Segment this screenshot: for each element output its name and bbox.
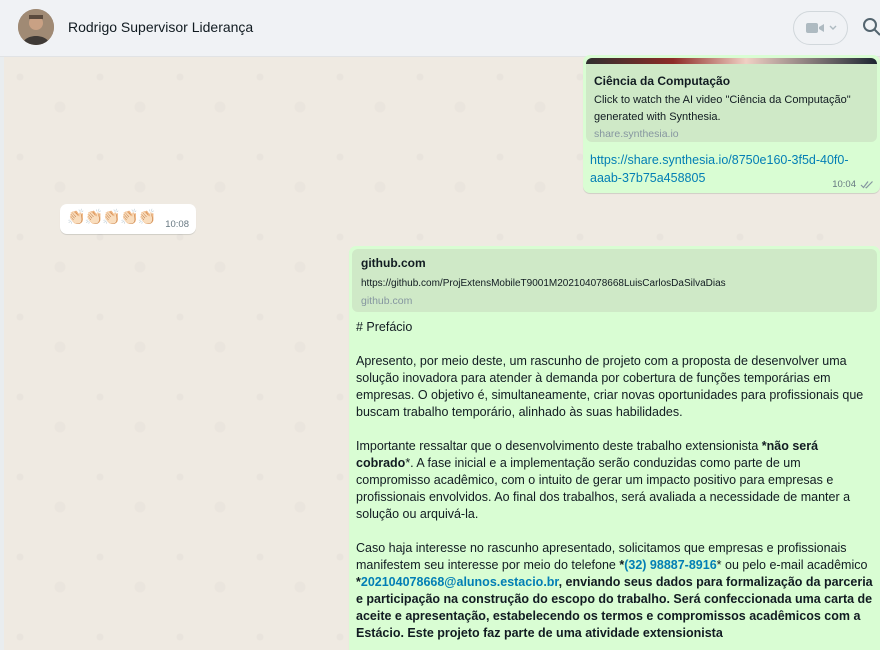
- preview-domain: github.com: [361, 295, 413, 307]
- double-check-icon: [860, 181, 873, 189]
- paragraph-1: Apresento, por meio deste, um rascunho d…: [356, 354, 864, 419]
- contact-name[interactable]: Rodrigo Supervisor Liderança: [68, 19, 253, 35]
- preview-title: github.com: [361, 256, 426, 270]
- search-button[interactable]: [862, 17, 880, 39]
- video-call-button[interactable]: [793, 11, 848, 45]
- link-preview[interactable]: github.com https://github.com/ProjExtens…: [352, 249, 877, 312]
- preview-title: Ciência da Computação: [594, 74, 731, 88]
- message-clap[interactable]: 👏🏻👏🏻👏🏻👏🏻👏🏻 10:08: [60, 204, 196, 234]
- emoji-text: 👏🏻👏🏻👏🏻👏🏻👏🏻: [67, 209, 156, 226]
- preview-url: https://github.com/ProjExtensMobileT9001…: [361, 278, 726, 289]
- link-line-1[interactable]: https://share.synthesia.io/8750e160-3f5d…: [590, 151, 849, 169]
- paragraph-2: Importante ressaltar que o desenvolvimen…: [356, 439, 851, 521]
- preview-domain: share.synthesia.io: [594, 128, 679, 140]
- link-preview[interactable]: Ciência da Computação Click to watch the…: [586, 58, 877, 142]
- video-camera-icon: [805, 23, 824, 33]
- paragraph-3: Caso haja interesse no rascunho apresent…: [356, 541, 873, 640]
- message-heading: # Prefácio: [356, 320, 413, 334]
- phone-link[interactable]: (32) 98887-8916: [624, 558, 716, 572]
- message-body: # Prefácio Apresento, por meio deste, um…: [356, 319, 874, 642]
- preview-image: [586, 58, 877, 64]
- email-link[interactable]: 202104078668@alunos.estacio.br: [361, 575, 559, 589]
- message-link[interactable]: https://share.synthesia.io/8750e160-3f5d…: [590, 151, 849, 187]
- preview-description: Click to watch the AI video "Ciência da …: [594, 94, 851, 123]
- chat-header: Rodrigo Supervisor Liderança: [0, 0, 880, 57]
- link-line-2[interactable]: aaab-37b75a458805: [590, 169, 849, 187]
- message-meta: 10:04: [832, 179, 874, 190]
- message-github[interactable]: github.com https://github.com/ProjExtens…: [349, 246, 880, 650]
- chevron-down-icon: [829, 25, 836, 30]
- message-time: 10:04: [832, 179, 856, 190]
- avatar[interactable]: [18, 9, 54, 45]
- panel-divider: [0, 57, 4, 650]
- message-synthesia[interactable]: Ciência da Computação Click to watch the…: [583, 55, 880, 193]
- search-icon: [863, 18, 880, 36]
- message-time: 10:08: [165, 219, 189, 230]
